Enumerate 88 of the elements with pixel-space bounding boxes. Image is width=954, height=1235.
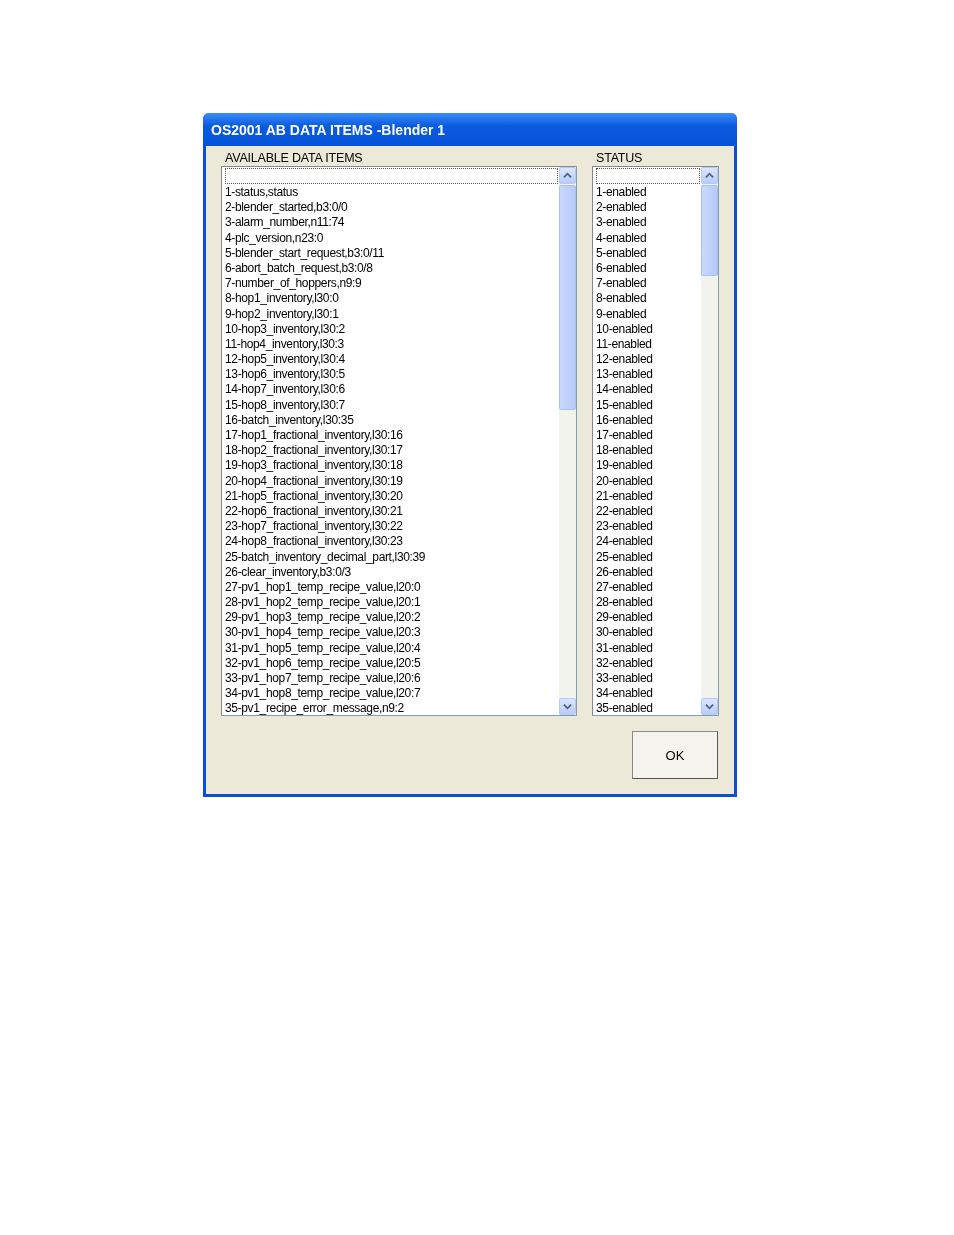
list-item[interactable]: 18-hop2_fractional_inventory,l30:17	[225, 443, 556, 459]
scroll-thumb[interactable]	[701, 185, 718, 276]
list-item[interactable]: 18-enabled	[596, 443, 698, 459]
scroll-down-button[interactable]	[701, 698, 718, 715]
list-item[interactable]: 1-status,status	[225, 185, 556, 201]
list-item[interactable]: 3-enabled	[596, 215, 698, 231]
list-item[interactable]: 21-hop5_fractional_inventory,l30:20	[225, 488, 556, 504]
list-item[interactable]: 29-enabled	[596, 610, 698, 626]
list-item[interactable]: 35-pv1_recipe_error_message,n9:2	[225, 701, 556, 715]
ok-button[interactable]: OK	[632, 731, 718, 779]
list-item[interactable]: 33-enabled	[596, 671, 698, 687]
list-item[interactable]: 5-enabled	[596, 245, 698, 261]
list-item[interactable]: 2-blender_started,b3:0/0	[225, 200, 556, 216]
list-item[interactable]: 20-hop4_fractional_inventory,l30:19	[225, 473, 556, 489]
list-item[interactable]: 8-hop1_inventory,l30:0	[225, 291, 556, 307]
list-item[interactable]: 16-enabled	[596, 412, 698, 428]
list-item[interactable]: 26-enabled	[596, 564, 698, 580]
list-item[interactable]: 23-hop7_fractional_inventory,l30:22	[225, 519, 556, 535]
list-item[interactable]: 15-enabled	[596, 397, 698, 413]
list-item[interactable]: 26-clear_inventory,b3:0/3	[225, 564, 556, 580]
scroll-thumb[interactable]	[559, 185, 576, 410]
list-item[interactable]: 6-enabled	[596, 260, 698, 277]
list-item[interactable]: 27-enabled	[596, 579, 698, 596]
list-item[interactable]: 25-enabled	[596, 549, 698, 565]
list-item[interactable]: 13-hop6_inventory,l30:5	[225, 367, 556, 383]
list-item[interactable]: 16-batch_inventory,l30:35	[225, 412, 556, 428]
list-item[interactable]: 19-hop3_fractional_inventory,l30:18	[225, 458, 556, 474]
list-item[interactable]: 33-pv1_hop7_temp_recipe_value,l20:6	[225, 671, 556, 687]
list-item[interactable]: 10-hop3_inventory,l30:2	[225, 321, 556, 337]
list-item[interactable]: 15-hop8_inventory,l30:7	[225, 397, 556, 413]
scrollbar[interactable]	[559, 167, 576, 715]
list-label: STATUS	[595, 150, 644, 166]
list-item[interactable]: 34-enabled	[596, 686, 698, 702]
list-item[interactable]: 4-enabled	[596, 230, 698, 246]
focus-row[interactable]	[225, 168, 558, 184]
list-item[interactable]: 32-pv1_hop6_temp_recipe_value,l20:5	[225, 655, 556, 671]
scrollbar[interactable]	[701, 167, 718, 715]
list-item[interactable]: 34-pv1_hop8_temp_recipe_value,l20:7	[225, 686, 556, 702]
list-item[interactable]: 21-enabled	[596, 488, 698, 504]
list-item[interactable]: 12-hop5_inventory,l30:4	[225, 352, 556, 368]
list-item[interactable]: 2-enabled	[596, 200, 698, 216]
list-item[interactable]: 19-enabled	[596, 458, 698, 474]
list-item[interactable]: 22-hop6_fractional_inventory,l30:21	[225, 503, 556, 520]
list-item[interactable]: 28-pv1_hop2_temp_recipe_value,l20:1	[225, 595, 556, 611]
list-item[interactable]: 14-enabled	[596, 382, 698, 398]
window-title: OS2001 AB DATA ITEMS -Blender 1	[203, 113, 737, 146]
list-item[interactable]: 35-enabled	[596, 701, 698, 715]
list-item[interactable]: 7-number_of_hoppers,n9:9	[225, 276, 556, 292]
list-item[interactable]: 20-enabled	[596, 473, 698, 489]
list-item[interactable]: 28-enabled	[596, 595, 698, 611]
chevron-up-icon	[563, 171, 572, 180]
list-item[interactable]: 14-hop7_inventory,l30:6	[225, 382, 556, 398]
list-item[interactable]: 12-enabled	[596, 352, 698, 368]
list-item[interactable]: 31-pv1_hop5_temp_recipe_value,l20:4	[225, 640, 556, 656]
scroll-up-button[interactable]	[559, 167, 576, 184]
list-item[interactable]: 30-enabled	[596, 625, 698, 641]
list-label: AVAILABLE DATA ITEMS	[224, 150, 364, 166]
list-item[interactable]: 4-plc_version,n23:0	[225, 230, 556, 246]
chevron-down-icon	[563, 702, 572, 711]
list-item[interactable]: 25-batch_inventory_decimal_part,l30:39	[225, 549, 556, 565]
list-item[interactable]: 32-enabled	[596, 655, 698, 671]
list-item[interactable]: 10-enabled	[596, 321, 698, 337]
list-item[interactable]: 13-enabled	[596, 367, 698, 383]
list-item[interactable]: 22-enabled	[596, 503, 698, 520]
list-item[interactable]: 11-enabled	[596, 336, 698, 353]
list-item[interactable]: 9-hop2_inventory,l30:1	[225, 306, 556, 322]
list-item[interactable]: 1-enabled	[596, 185, 698, 201]
scroll-down-button[interactable]	[559, 698, 576, 715]
chevron-down-icon	[705, 702, 714, 711]
list-item[interactable]: 11-hop4_inventory,l30:3	[225, 336, 556, 353]
list-item[interactable]: 31-enabled	[596, 640, 698, 656]
list-item[interactable]: 7-enabled	[596, 276, 698, 292]
list-item[interactable]: 24-hop8_fractional_inventory,l30:23	[225, 534, 556, 550]
list-item[interactable]: 17-enabled	[596, 428, 698, 444]
scroll-up-button[interactable]	[701, 167, 718, 184]
list-item[interactable]: 23-enabled	[596, 519, 698, 535]
list-item[interactable]: 9-enabled	[596, 306, 698, 322]
list-item[interactable]: 5-blender_start_request,b3:0/11	[225, 245, 556, 261]
list-item[interactable]: 6-abort_batch_request,b3:0/8	[225, 260, 556, 277]
list-item[interactable]: 24-enabled	[596, 534, 698, 550]
list-item[interactable]: 29-pv1_hop3_temp_recipe_value,l20:2	[225, 610, 556, 626]
list-item[interactable]: 27-pv1_hop1_temp_recipe_value,l20:0	[225, 579, 556, 596]
list-item[interactable]: 3-alarm_number,n11:74	[225, 215, 556, 231]
list-item[interactable]: 8-enabled	[596, 291, 698, 307]
list-item[interactable]: 30-pv1_hop4_temp_recipe_value,l20:3	[225, 625, 556, 641]
chevron-up-icon	[705, 171, 714, 180]
list-item[interactable]: 17-hop1_fractional_inventory,l30:16	[225, 428, 556, 444]
focus-row[interactable]	[596, 168, 700, 184]
